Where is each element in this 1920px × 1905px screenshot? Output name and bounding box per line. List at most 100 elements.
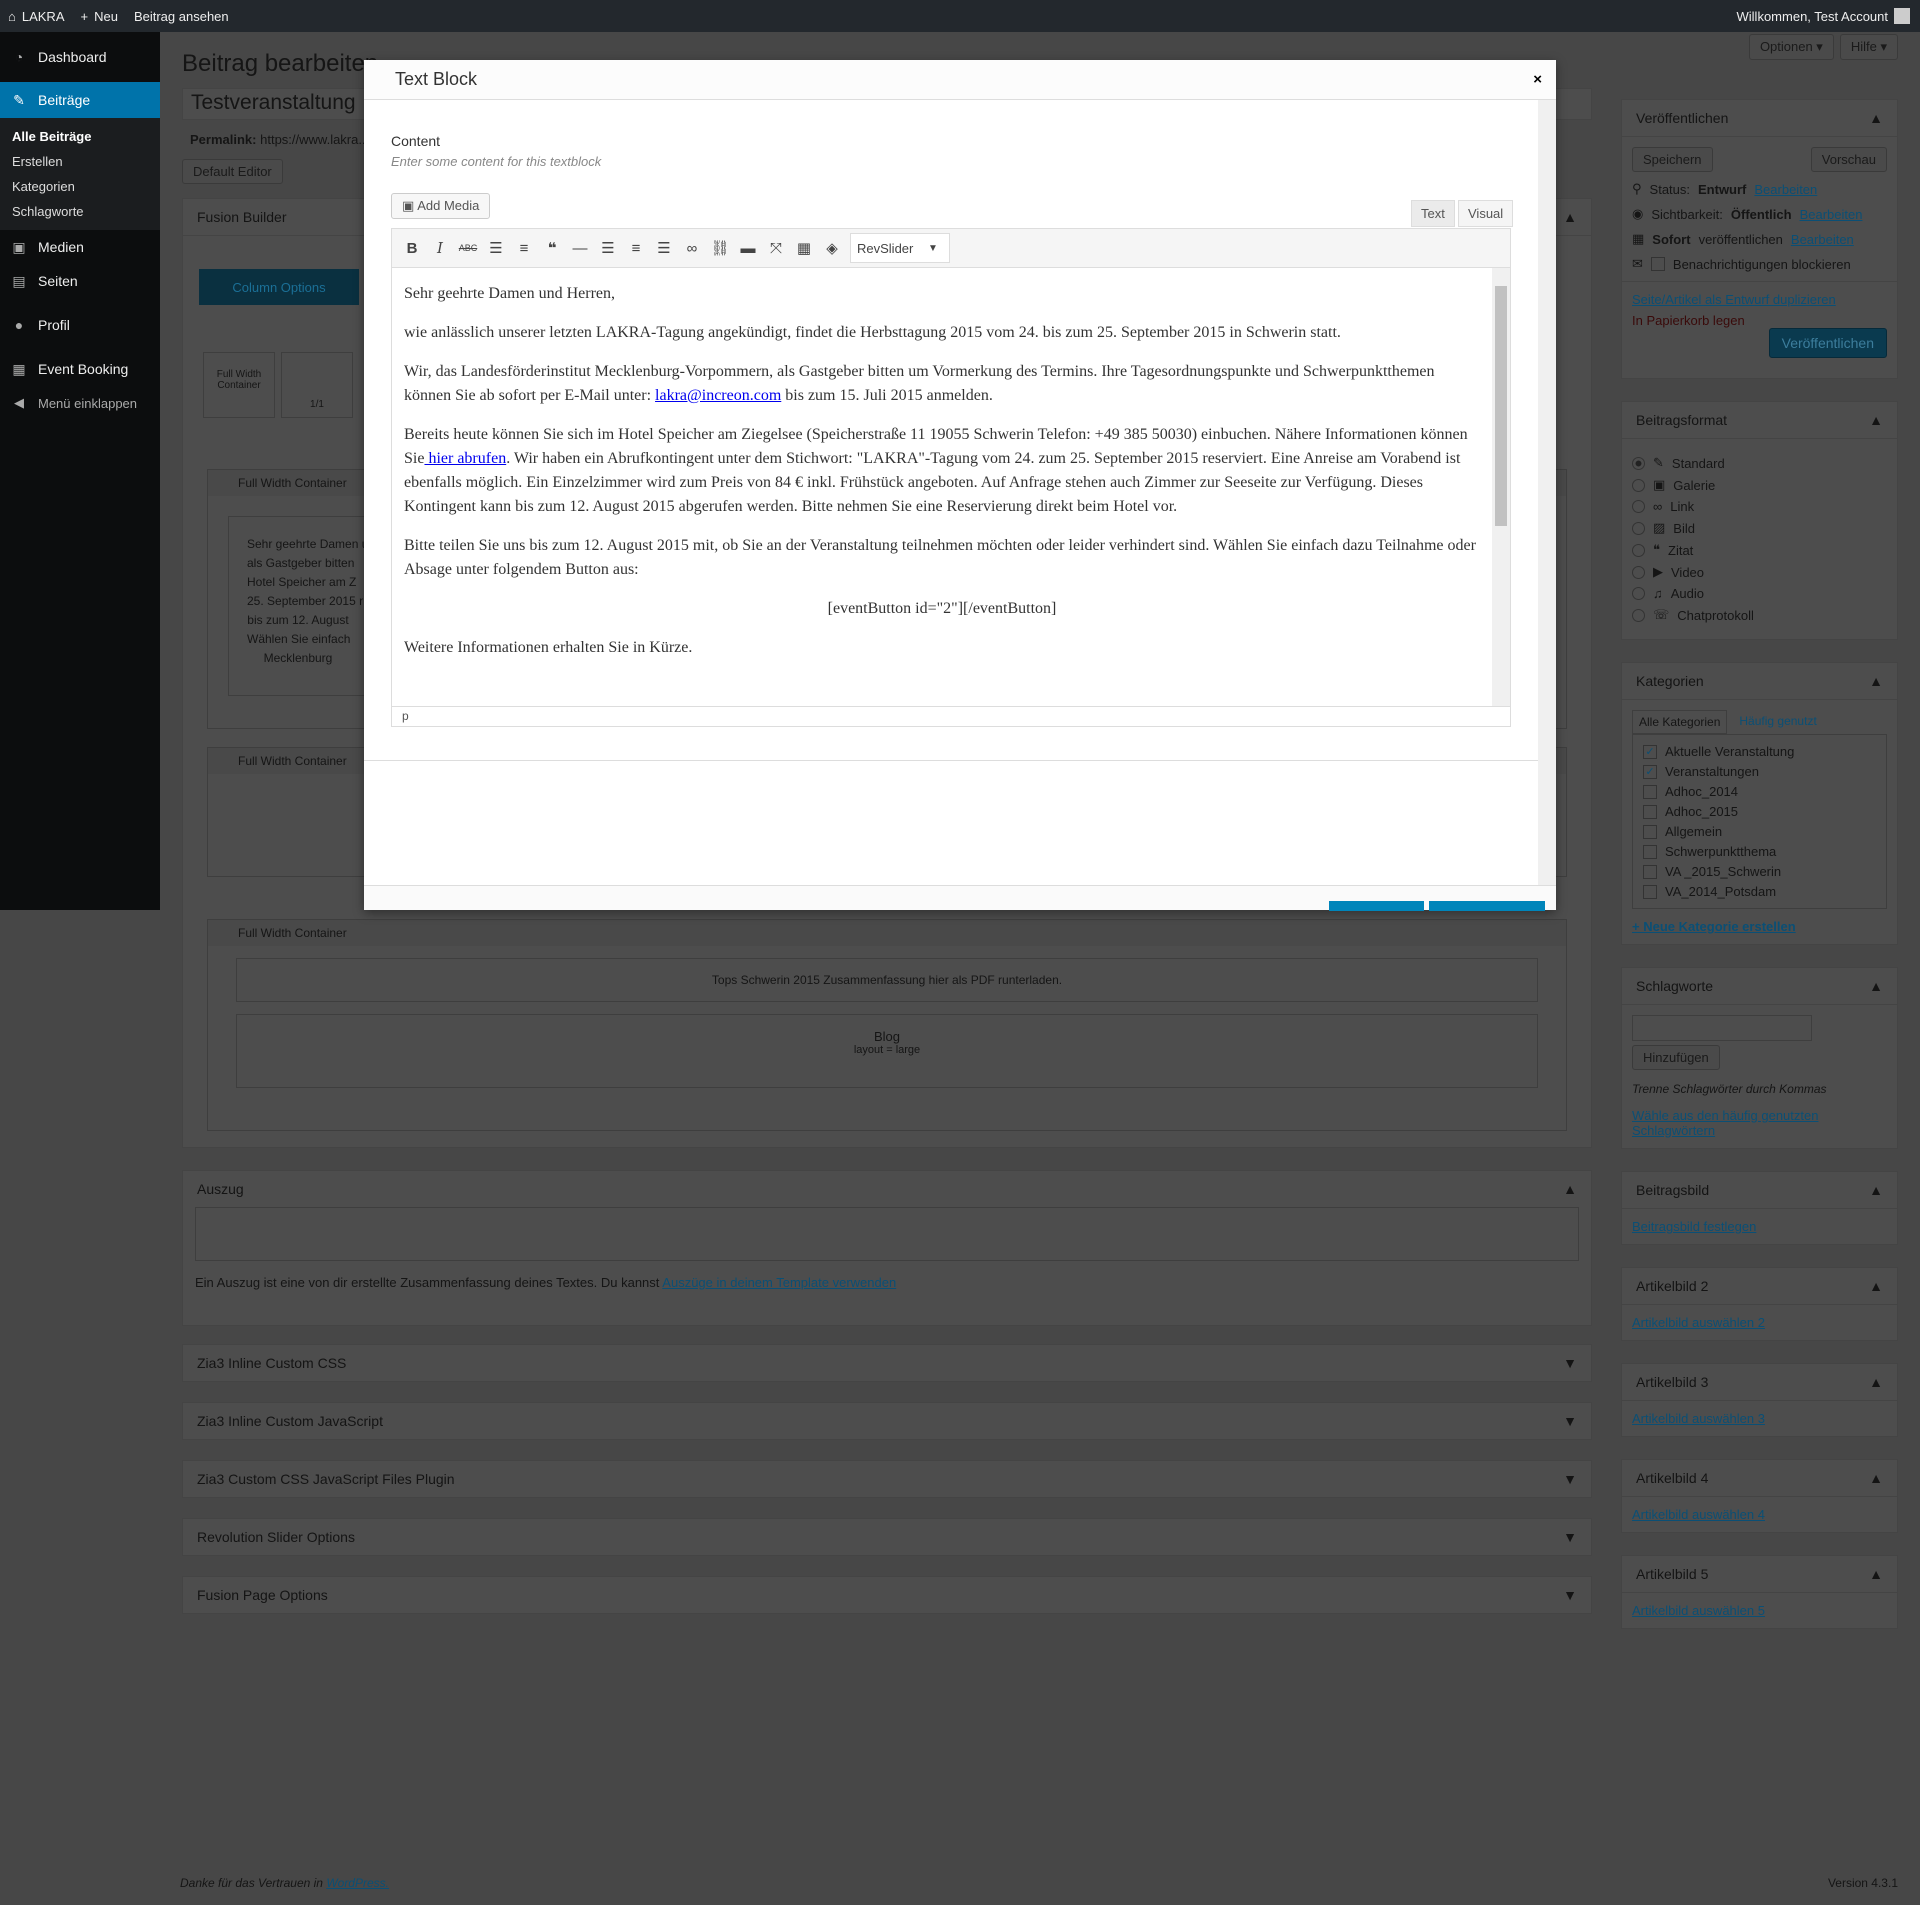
permalink-url[interactable]: https://www.lakra... — [260, 132, 369, 147]
edit-visibility-link[interactable]: Bearbeiten — [1800, 207, 1863, 222]
radio[interactable] — [1632, 565, 1645, 579]
account-menu[interactable]: Willkommen, Test Account — [1737, 8, 1920, 24]
email-link[interactable]: lakra@increon.com — [655, 387, 781, 404]
radio[interactable] — [1632, 587, 1645, 600]
radio-checked[interactable] — [1632, 456, 1645, 470]
bullet-list-icon[interactable]: ☰ — [486, 239, 506, 257]
tab-text[interactable]: Text — [1411, 200, 1455, 227]
radio[interactable] — [1632, 478, 1645, 492]
toggle-icon[interactable]: ▲ — [1869, 1470, 1883, 1486]
new-link[interactable]: + Neu — [73, 9, 126, 24]
radio[interactable] — [1632, 521, 1645, 535]
category-checkbox[interactable]: ✓ — [1643, 764, 1657, 779]
submenu-categories[interactable]: Kategorien — [0, 174, 160, 199]
column-options-button[interactable]: Column Options — [199, 269, 359, 305]
sidebar-item-event-booking[interactable]: ▦ Event Booking — [0, 352, 160, 386]
modal-scrollbar[interactable] — [1538, 100, 1556, 885]
content-editor[interactable]: Sehr geehrte Damen und Herren, wie anläs… — [391, 268, 1511, 707]
set-image-link[interactable]: Beitragsbild festlegen — [1632, 1219, 1756, 1234]
expand-icon[interactable]: ▼ — [1563, 1587, 1577, 1603]
blog-element[interactable]: Blog layout = large — [236, 1014, 1538, 1088]
expand-icon[interactable]: ▼ — [1563, 1529, 1577, 1545]
blockquote-icon[interactable]: ❝ — [542, 239, 562, 257]
set-image-link[interactable]: Artikelbild auswählen 3 — [1632, 1411, 1765, 1426]
format-option[interactable]: ♫ Audio — [1632, 586, 1887, 601]
align-right-icon[interactable]: ☰ — [654, 239, 674, 257]
collapsed-box[interactable]: Revolution Slider Options ▼ — [182, 1518, 1592, 1556]
one-column-element[interactable]: 1/1 — [281, 352, 353, 418]
help-button[interactable]: Hilfe ▾ — [1839, 34, 1898, 60]
format-option[interactable]: ▣ Galerie — [1632, 477, 1887, 493]
collapsed-box[interactable]: Zia3 Inline Custom CSS ▼ — [182, 1344, 1592, 1382]
fullscreen-icon[interactable]: ⤧ — [766, 240, 786, 257]
expand-icon[interactable]: ▼ — [1563, 1471, 1577, 1487]
submenu-tags[interactable]: Schlagworte — [0, 199, 160, 224]
excerpt-textarea[interactable] — [195, 1207, 1579, 1261]
close-icon[interactable]: × — [1533, 71, 1542, 88]
toggle-icon[interactable]: ▲ — [1869, 110, 1883, 126]
format-option[interactable]: ✎ Standard — [1632, 455, 1887, 471]
scrollbar-thumb[interactable] — [1495, 286, 1507, 526]
excerpt-link[interactable]: Auszüge in deinem Template verwenden — [662, 1275, 896, 1290]
edit-status-link[interactable]: Bearbeiten — [1754, 182, 1817, 197]
choose-tags-link[interactable]: Wähle aus den häufig genutzten Schlagwör… — [1632, 1108, 1818, 1138]
footer-button[interactable] — [1329, 901, 1424, 911]
sidebar-item-media[interactable]: ▣ Medien — [0, 230, 160, 264]
tab-popular[interactable]: Häufig genutzt — [1739, 710, 1816, 734]
category-checkbox[interactable] — [1643, 784, 1657, 799]
block-notifications-checkbox[interactable] — [1650, 257, 1665, 271]
category-checkbox[interactable] — [1643, 884, 1657, 899]
editor-scrollbar[interactable] — [1492, 268, 1510, 706]
link-icon[interactable]: ∞ — [682, 240, 702, 257]
save-button[interactable] — [1429, 901, 1545, 911]
fusion-shortcode-icon[interactable]: ◈ — [822, 239, 842, 257]
tag-input[interactable] — [1632, 1015, 1812, 1041]
bold-icon[interactable]: B — [402, 240, 422, 257]
category-checkbox[interactable] — [1643, 824, 1657, 839]
read-more-icon[interactable]: ▬ — [738, 240, 758, 257]
toggle-icon[interactable]: ▲ — [1869, 1566, 1883, 1582]
collapsed-box[interactable]: Zia3 Custom CSS JavaScript Files Plugin ▼ — [182, 1460, 1592, 1498]
radio[interactable] — [1632, 608, 1645, 622]
expand-icon[interactable]: ▼ — [1563, 1413, 1577, 1429]
tab-all-categories[interactable]: Alle Kategorien — [1632, 710, 1728, 734]
set-image-link[interactable]: Artikelbild auswählen 5 — [1632, 1603, 1765, 1618]
view-post-link[interactable]: Beitrag ansehen — [126, 9, 237, 24]
numbered-list-icon[interactable]: ≡ — [514, 240, 534, 257]
toggle-icon[interactable]: ▲ — [1869, 673, 1883, 689]
category-checkbox[interactable] — [1643, 844, 1657, 859]
italic-icon[interactable]: I — [430, 239, 450, 257]
align-left-icon[interactable]: ☰ — [598, 239, 618, 257]
kitchen-sink-icon[interactable]: ▦ — [794, 239, 814, 257]
category-checkbox[interactable] — [1643, 804, 1657, 819]
strikethrough-icon[interactable]: ABC — [458, 243, 478, 253]
set-image-link[interactable]: Artikelbild auswählen 4 — [1632, 1507, 1765, 1522]
horizontal-rule-icon[interactable]: — — [570, 240, 590, 257]
add-tag-button[interactable]: Hinzufügen — [1632, 1045, 1720, 1070]
radio[interactable] — [1632, 543, 1645, 557]
format-option[interactable]: ☏ Chatprotokoll — [1632, 607, 1887, 623]
tab-visual[interactable]: Visual — [1458, 200, 1514, 227]
add-media-button[interactable]: ▣ Add Media — [391, 193, 491, 219]
format-option[interactable]: ▨ Bild — [1632, 520, 1887, 536]
sidebar-item-profile[interactable]: ● Profil — [0, 308, 160, 342]
category-checkbox[interactable]: ✓ — [1643, 744, 1657, 759]
format-option[interactable]: ▶ Video — [1632, 564, 1887, 580]
trash-link[interactable]: In Papierkorb legen — [1632, 313, 1887, 328]
submenu-create[interactable]: Erstellen — [0, 149, 160, 174]
category-list[interactable]: ✓ Aktuelle Veranstaltung ✓ Veranstaltungen… — [1632, 734, 1887, 909]
options-button[interactable]: Optionen ▾ — [1748, 34, 1834, 60]
wordpress-link[interactable]: WordPress. — [326, 1876, 389, 1890]
site-link[interactable]: ⌂ LAKRA — [0, 9, 73, 24]
sidebar-item-dashboard[interactable]: ◔ Dashboard — [0, 40, 160, 74]
full-width-container-element[interactable]: Full Width Container — [203, 352, 275, 418]
sidebar-item-pages[interactable]: ▤ Seiten — [0, 264, 160, 298]
set-image-link[interactable]: Artikelbild auswählen 2 — [1632, 1315, 1765, 1330]
align-center-icon[interactable]: ≡ — [626, 240, 646, 257]
toggle-icon[interactable]: ▲ — [1869, 978, 1883, 994]
sidebar-item-posts[interactable]: ✎ Beiträge — [0, 82, 160, 118]
edit-date-link[interactable]: Bearbeiten — [1791, 232, 1854, 247]
toggle-icon[interactable]: ▲ — [1869, 1374, 1883, 1390]
toggle-icon[interactable]: ▲ — [1563, 209, 1577, 225]
submenu-all-posts[interactable]: Alle Beiträge — [0, 124, 160, 149]
